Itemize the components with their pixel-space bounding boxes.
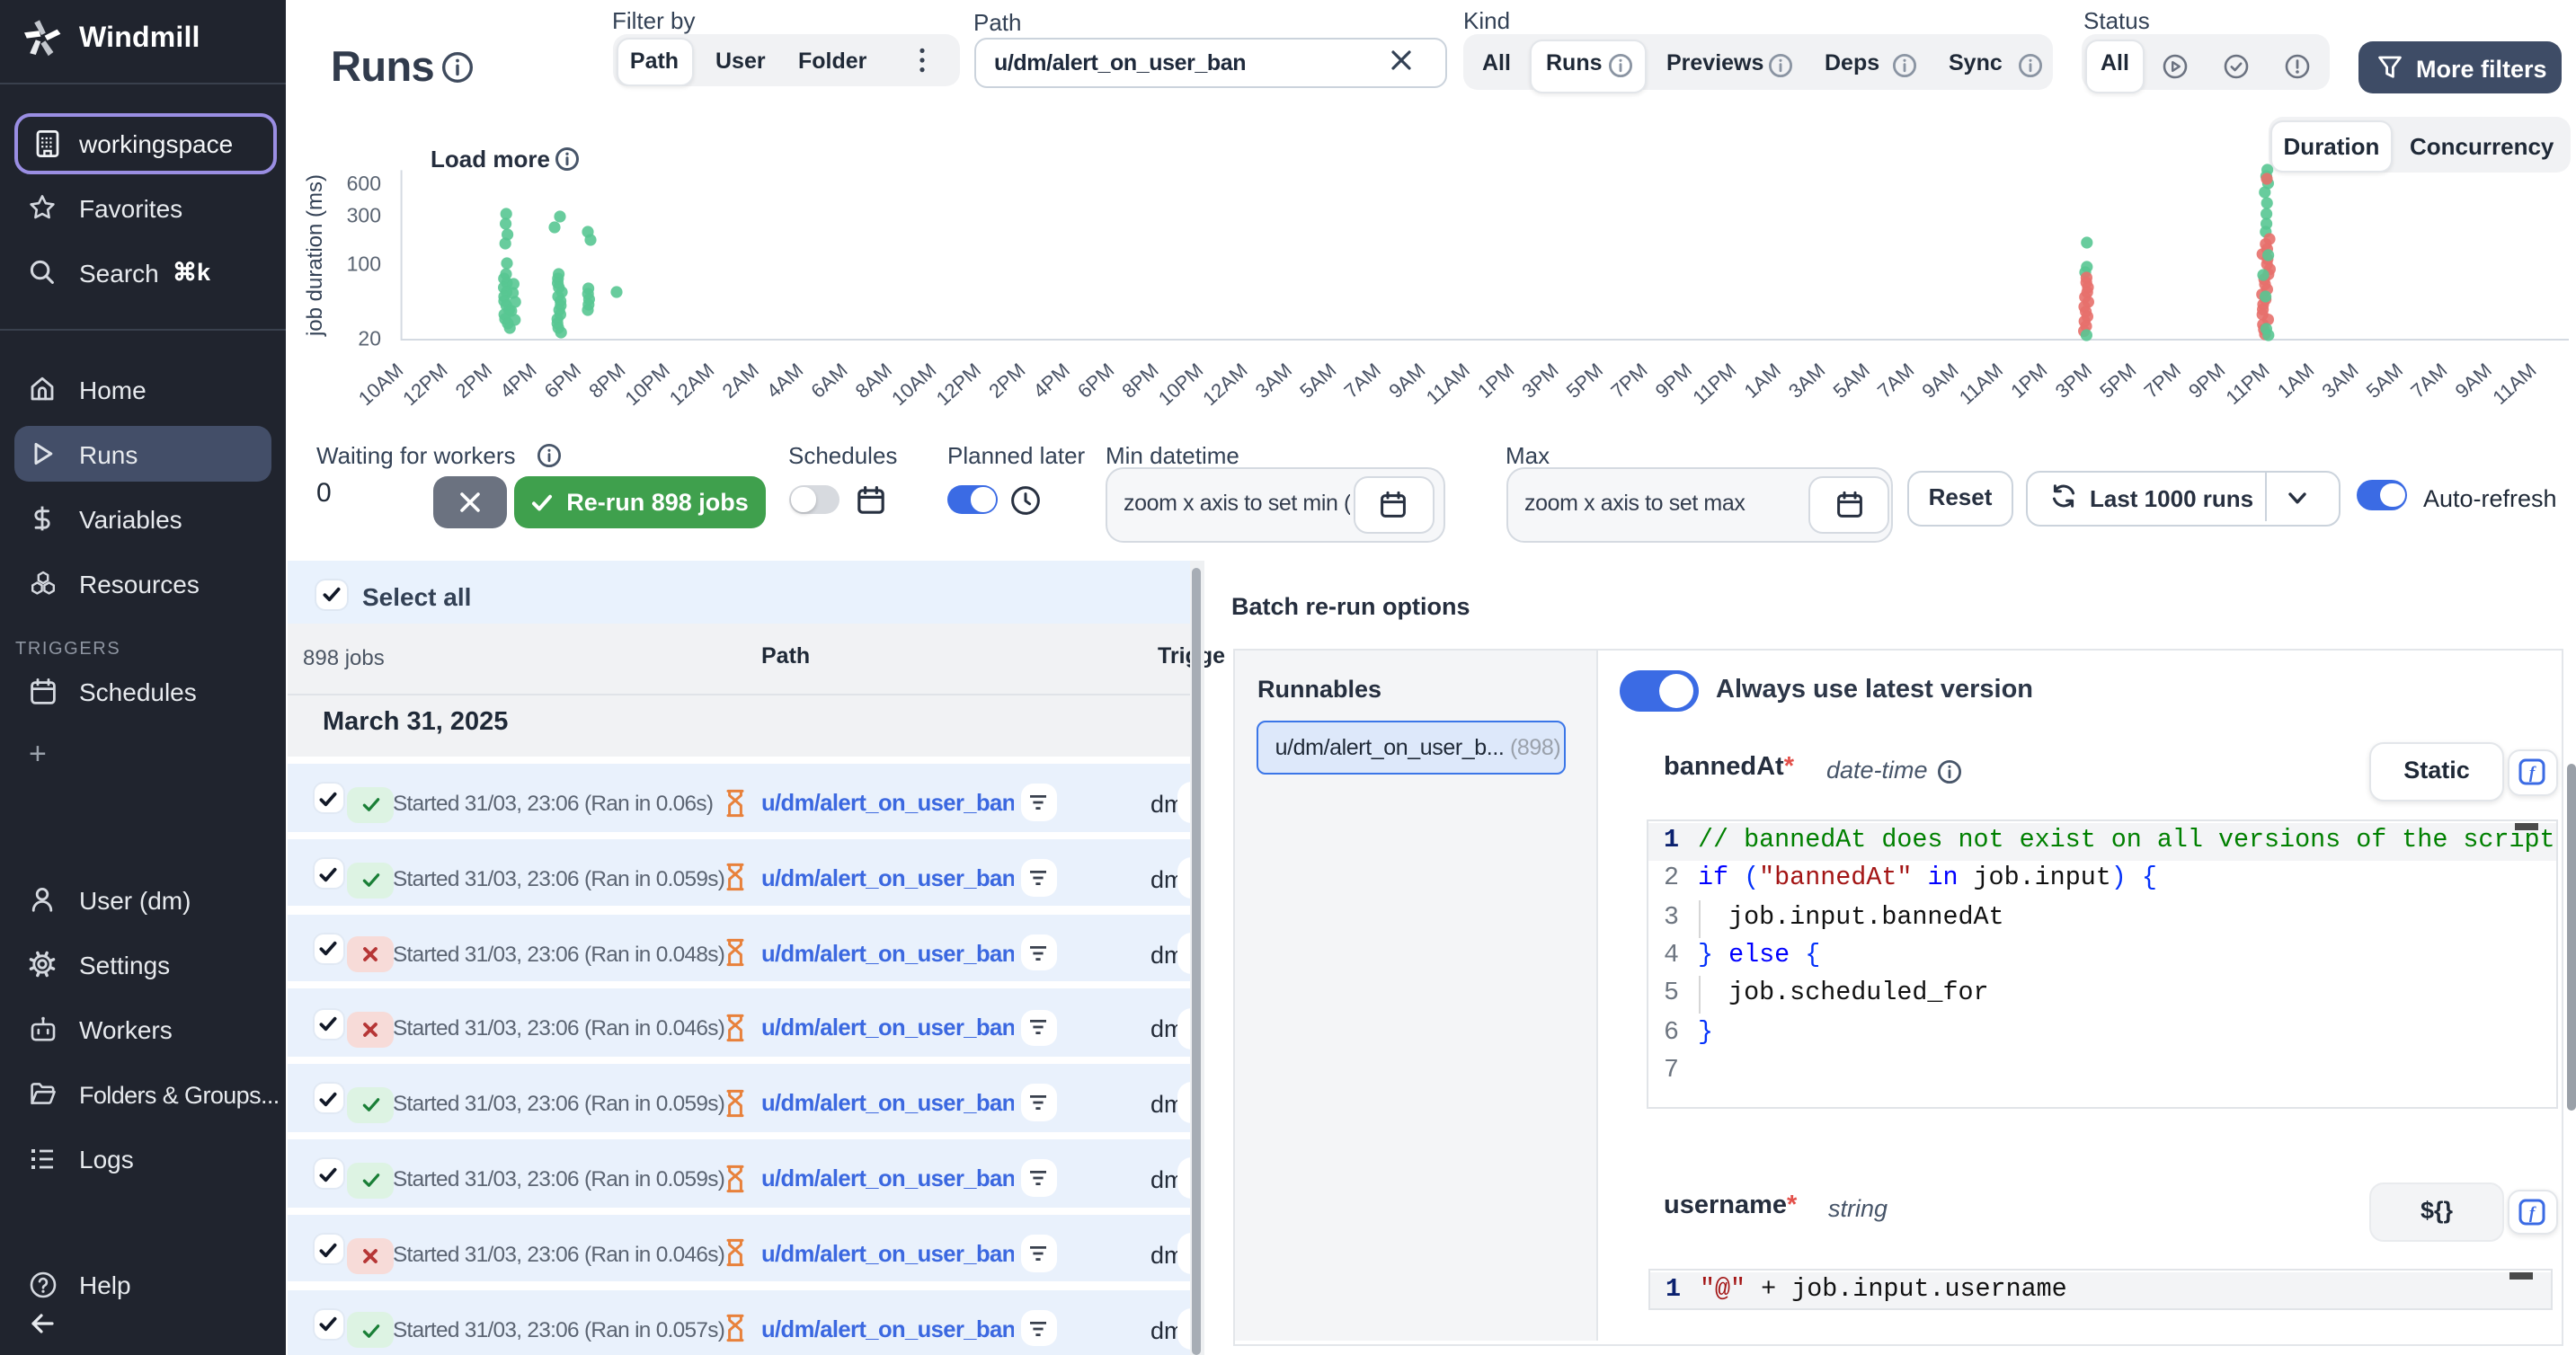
svg-text:11AM: 11AM	[2488, 359, 2540, 409]
svg-text:7AM: 7AM	[2406, 359, 2451, 403]
svg-text:1AM: 1AM	[1740, 359, 1785, 403]
svg-text:5PM: 5PM	[1562, 359, 1607, 403]
svg-text:11PM: 11PM	[2222, 359, 2274, 409]
svg-text:600: 600	[347, 172, 381, 195]
svg-text:1PM: 1PM	[2006, 359, 2051, 403]
svg-text:3AM: 3AM	[2317, 359, 2362, 403]
svg-text:3PM: 3PM	[2051, 359, 2096, 403]
svg-text:10AM: 10AM	[354, 359, 407, 410]
svg-text:9PM: 9PM	[1651, 359, 1696, 403]
svg-text:10PM: 10PM	[620, 359, 673, 410]
svg-text:9AM: 9AM	[2451, 359, 2496, 403]
svg-text:9PM: 9PM	[2184, 359, 2229, 403]
svg-text:f: f	[2529, 765, 2536, 784]
svg-text:20: 20	[358, 327, 381, 350]
svg-text:3AM: 3AM	[1784, 359, 1829, 403]
svg-text:10AM: 10AM	[887, 359, 940, 410]
svg-text:300: 300	[347, 204, 381, 227]
svg-text:4PM: 4PM	[495, 359, 540, 403]
svg-text:3PM: 3PM	[1517, 359, 1562, 403]
svg-text:6PM: 6PM	[540, 359, 585, 403]
svg-text:12AM: 12AM	[1198, 359, 1251, 410]
svg-text:9AM: 9AM	[1384, 359, 1429, 403]
svg-text:7AM: 7AM	[1340, 359, 1385, 403]
svg-text:4AM: 4AM	[762, 359, 807, 403]
svg-text:1AM: 1AM	[2273, 359, 2318, 403]
svg-text:11AM: 11AM	[1955, 359, 2007, 409]
svg-text:3AM: 3AM	[1251, 359, 1296, 403]
svg-text:100: 100	[347, 252, 381, 276]
svg-text:5AM: 5AM	[1829, 359, 1874, 403]
svg-text:2AM: 2AM	[718, 359, 763, 403]
svg-text:1PM: 1PM	[1473, 359, 1518, 403]
svg-text:11PM: 11PM	[1688, 359, 1740, 409]
svg-text:2PM: 2PM	[984, 359, 1029, 403]
svg-text:12AM: 12AM	[665, 359, 718, 410]
svg-text:11AM: 11AM	[1422, 359, 1474, 409]
svg-text:6PM: 6PM	[1073, 359, 1118, 403]
svg-text:9AM: 9AM	[1917, 359, 1962, 403]
svg-text:2PM: 2PM	[451, 359, 496, 403]
svg-text:4PM: 4PM	[1029, 359, 1074, 403]
svg-text:f: f	[2529, 1204, 2536, 1223]
svg-text:7AM: 7AM	[1873, 359, 1918, 403]
svg-text:5PM: 5PM	[2095, 359, 2140, 403]
svg-text:12PM: 12PM	[398, 359, 451, 410]
svg-text:5AM: 5AM	[2362, 359, 2407, 403]
svg-text:12PM: 12PM	[932, 359, 985, 410]
svg-text:7PM: 7PM	[2140, 359, 2185, 403]
svg-text:5AM: 5AM	[1295, 359, 1340, 403]
svg-text:6AM: 6AM	[806, 359, 851, 403]
svg-text:7PM: 7PM	[1606, 359, 1651, 403]
svg-text:10PM: 10PM	[1154, 359, 1207, 410]
